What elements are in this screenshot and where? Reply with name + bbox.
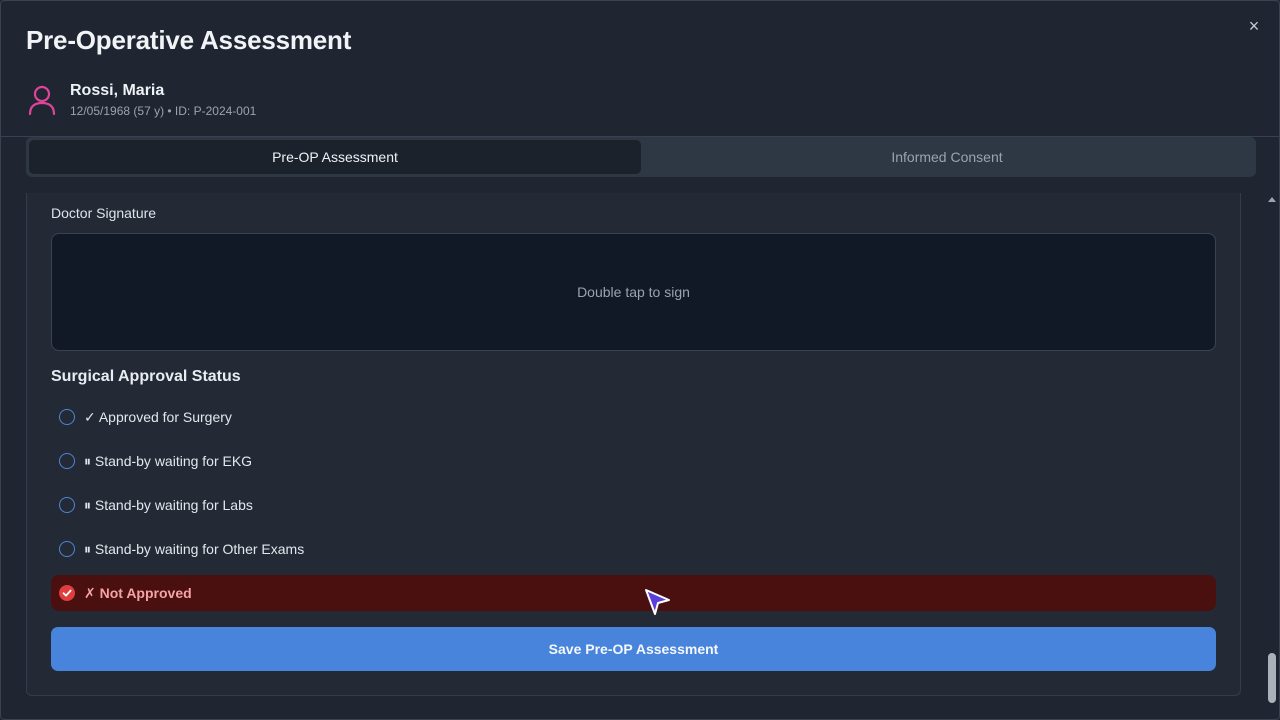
radio-standby-ekg[interactable] <box>59 453 75 469</box>
tab-pre-op-assessment[interactable]: Pre-OP Assessment <box>29 140 641 174</box>
mouse-cursor-icon <box>645 589 670 615</box>
option-label: ⏸ Stand-by waiting for EKG <box>84 452 253 469</box>
save-assessment-button[interactable]: Save Pre-OP Assessment <box>51 627 1216 671</box>
signature-placeholder: Double tap to sign <box>577 284 690 300</box>
radio-standby-other-exams[interactable] <box>59 541 75 557</box>
doctor-signature-label: Doctor Signature <box>51 205 157 221</box>
modal-title: Pre-Operative Assessment <box>26 25 352 55</box>
option-standby-ekg[interactable]: ⏸ Stand-by waiting for EKG <box>51 443 1216 479</box>
scroll-thumb[interactable] <box>1268 653 1276 703</box>
radio-not-approved[interactable] <box>59 585 75 601</box>
close-button[interactable]: × <box>1243 15 1265 37</box>
tab-bar: Pre-OP Assessment Informed Consent <box>26 137 1256 177</box>
signature-pad[interactable]: Double tap to sign <box>51 233 1216 351</box>
radio-approved[interactable] <box>59 409 75 425</box>
option-label: ⏸ Stand-by waiting for Labs <box>84 496 253 513</box>
option-label: ✗ Not Approved <box>84 584 192 601</box>
approval-status-title: Surgical Approval Status <box>51 368 241 385</box>
patient-name: Rossi, Maria <box>70 82 165 99</box>
pre-op-modal: Pre-Operative Assessment × Rossi, Maria … <box>0 0 1280 720</box>
user-icon <box>28 85 56 115</box>
option-not-approved[interactable]: ✗ Not Approved <box>51 575 1216 611</box>
patient-meta: 12/05/1968 (57 y) • ID: P-2024-001 <box>70 104 257 118</box>
check-icon <box>62 589 72 597</box>
scroll-up-icon[interactable] <box>1268 197 1276 202</box>
option-standby-other-exams[interactable]: ⏸ Stand-by waiting for Other Exams <box>51 531 1216 567</box>
option-label: ⏸ Stand-by waiting for Other Exams <box>84 540 305 557</box>
scrollbar[interactable] <box>1265 193 1279 708</box>
tab-informed-consent[interactable]: Informed Consent <box>641 140 1253 174</box>
radio-standby-labs[interactable] <box>59 497 75 513</box>
option-label: ✓ Approved for Surgery <box>84 408 232 425</box>
option-approved[interactable]: ✓ Approved for Surgery <box>51 399 1216 435</box>
option-standby-labs[interactable]: ⏸ Stand-by waiting for Labs <box>51 487 1216 523</box>
